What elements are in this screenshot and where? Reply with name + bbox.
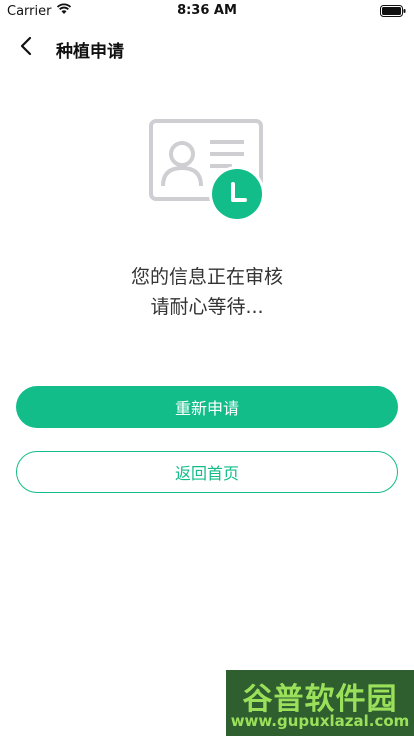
- watermark-logo: 谷普软件园 www.gupuxlazal.com: [226, 670, 414, 736]
- id-card-pending-icon: [148, 118, 266, 223]
- navigation-bar: 种植申请: [0, 26, 414, 70]
- chevron-left-icon: [19, 36, 33, 60]
- status-bar: Carrier 8:36 AM: [0, 0, 414, 22]
- review-status-message: 您的信息正在审核: [130, 266, 283, 288]
- watermark-url: www.gupuxlazal.com: [230, 712, 410, 730]
- battery-icon: [380, 5, 406, 21]
- back-button[interactable]: [10, 32, 42, 64]
- wait-message: 请耐心等待...: [150, 296, 264, 318]
- page-title: 种植申请: [56, 42, 124, 62]
- status-time: 8:36 AM: [177, 3, 237, 18]
- back-home-button[interactable]: 返回首页: [16, 451, 398, 493]
- reapply-button[interactable]: 重新申请: [16, 386, 398, 428]
